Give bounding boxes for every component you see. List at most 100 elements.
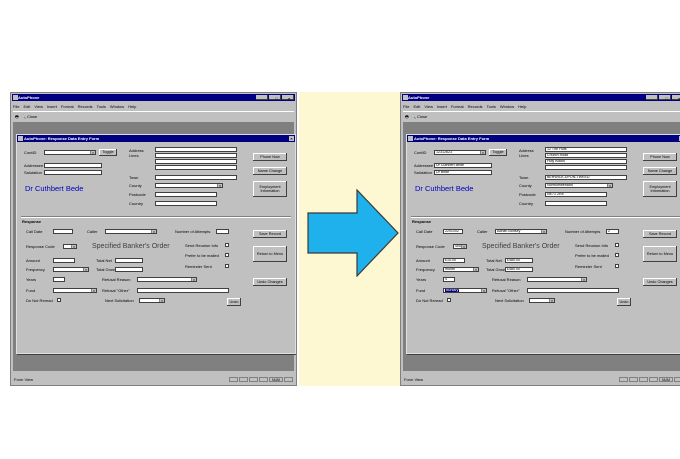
amount-field[interactable]: £10.00 [443,258,465,263]
contid-combo[interactable]: 12312623 ▾ [434,150,486,155]
response-code-combo[interactable]: SBO ▾ [453,244,467,249]
toggle-button[interactable]: Toggle [99,149,117,156]
refusal-other-field[interactable] [527,288,619,293]
refusal-reason-combo[interactable]: ▾ [527,277,587,282]
menu-view[interactable]: View [34,103,43,110]
reminder-sent-checkbox[interactable] [225,264,229,268]
country-field[interactable] [155,201,217,206]
contid-combo[interactable]: ▾ [44,150,96,155]
form-close-icon[interactable]: × [289,136,294,141]
chevron-down-icon[interactable]: ▾ [217,184,222,187]
menu-insert[interactable]: Insert [47,103,57,110]
print-icon[interactable]: 🖶 [405,114,409,120]
menu-insert[interactable]: Insert [437,103,447,110]
reminder-sent-checkbox[interactable] [615,264,619,268]
country-field[interactable] [545,201,607,206]
number-of-attempts-field[interactable] [216,229,229,234]
return-to-menu-button[interactable]: Return to Menu [643,246,677,262]
total-net-field[interactable] [115,258,143,263]
chevron-down-icon[interactable]: ▾ [481,289,486,292]
print-preview-icon[interactable]: 🔍 [411,114,416,120]
frequency-combo[interactable]: month ▾ [443,267,479,272]
undo-changes-button[interactable]: Undo Changes [253,278,287,286]
menu-format[interactable]: Format [451,103,464,110]
menu-records[interactable]: Records [78,103,93,110]
print-icon[interactable]: 🖶 [15,114,19,120]
town-field[interactable] [155,175,237,180]
total-gross-field[interactable]: £480.00 [505,267,533,272]
minimize-button[interactable]: _ [256,95,268,101]
chevron-down-icon[interactable]: ▾ [461,245,466,248]
addressee-field[interactable]: Dr Cuthbert Bede [434,163,492,168]
prefer-to-be-mailed-checkbox[interactable] [615,253,619,257]
frequency-combo[interactable]: ▾ [53,267,89,272]
chevron-down-icon[interactable]: ▾ [159,299,164,302]
prefer-to-be-mailed-checkbox[interactable] [225,253,229,257]
address-line-2[interactable] [155,153,237,158]
chevron-down-icon[interactable]: ▾ [83,268,88,271]
phone-now-button[interactable]: Phone Now [253,153,287,161]
chevron-down-icon[interactable]: ▾ [91,289,96,292]
amount-field[interactable] [53,258,75,263]
total-gross-field[interactable] [115,267,143,272]
chevron-down-icon[interactable]: ▾ [549,299,554,302]
next-solicitation-combo[interactable]: ▾ [139,298,165,303]
minimize-button[interactable]: _ [646,95,658,101]
addressee-field[interactable] [44,163,102,168]
number-of-attempts-field[interactable]: 2 [606,229,619,234]
menu-edit[interactable]: Edit [23,103,30,110]
chevron-down-icon[interactable]: ▾ [607,184,612,187]
postcode-field[interactable] [155,192,217,197]
menu-tools[interactable]: Tools [97,103,106,110]
salutation-field[interactable] [44,170,102,175]
employment-information-button[interactable]: Employment Information [643,181,677,197]
employment-information-button[interactable]: Employment Information [253,181,287,197]
fund-combo[interactable]: ▾ [53,288,97,293]
call-date-field[interactable] [53,229,73,234]
chevron-down-icon[interactable]: ▾ [191,278,196,281]
menu-help[interactable]: Help [518,103,526,110]
undo-button[interactable]: Undo [227,298,241,306]
caller-combo[interactable]: Adrian Bonsey ▾ [495,229,547,234]
menu-format[interactable]: Format [61,103,74,110]
menu-window[interactable]: Window [110,103,124,110]
salutation-field[interactable]: Dr Bede [434,170,492,175]
postcode-field[interactable]: NE71 2RE [545,192,607,197]
response-code-combo[interactable]: ▾ [63,244,77,249]
address-line-1[interactable]: 12 The Huts [545,147,627,152]
menu-view[interactable]: View [424,103,433,110]
do-not-reread-checkbox[interactable] [447,298,451,302]
chevron-down-icon[interactable]: ▾ [71,245,76,248]
close-window-button[interactable]: × [672,95,680,101]
county-combo[interactable]: ▾ [155,183,223,188]
chevron-down-icon[interactable]: ▾ [90,151,95,154]
print-preview-icon[interactable]: 🔍 [21,114,26,120]
chevron-down-icon[interactable]: ▾ [151,230,156,233]
caller-combo[interactable]: ▾ [105,229,157,234]
menu-records[interactable]: Records [468,103,483,110]
close-toolbar-button[interactable]: Close [27,114,37,120]
fund-combo[interactable]: Bursary ▾ [443,288,487,293]
address-line-4[interactable] [545,165,627,170]
menu-file[interactable]: File [13,103,19,110]
menu-tools[interactable]: Tools [487,103,496,110]
years-field[interactable]: 4 [443,277,455,282]
close-window-button[interactable]: × [282,95,294,101]
call-date-field[interactable]: 22/01/02 [443,229,463,234]
address-line-3[interactable]: Holy Island [545,159,627,164]
save-record-button[interactable]: Save Record [253,230,287,238]
chevron-down-icon[interactable]: ▾ [473,268,478,271]
menu-edit[interactable]: Edit [413,103,420,110]
menu-file[interactable]: File [403,103,409,110]
refusal-other-field[interactable] [137,288,229,293]
address-line-1[interactable] [155,147,237,152]
menu-window[interactable]: Window [500,103,514,110]
close-toolbar-button[interactable]: Close [417,114,427,120]
name-change-button[interactable]: Name Change [643,167,677,175]
undo-button[interactable]: Undo [617,298,631,306]
maximize-button[interactable]: □ [659,95,671,101]
total-net-field[interactable]: £480.00 [505,258,533,263]
toggle-button[interactable]: Toggle [489,149,507,156]
name-change-button[interactable]: Name Change [253,167,287,175]
undo-changes-button[interactable]: Undo Changes [643,278,677,286]
